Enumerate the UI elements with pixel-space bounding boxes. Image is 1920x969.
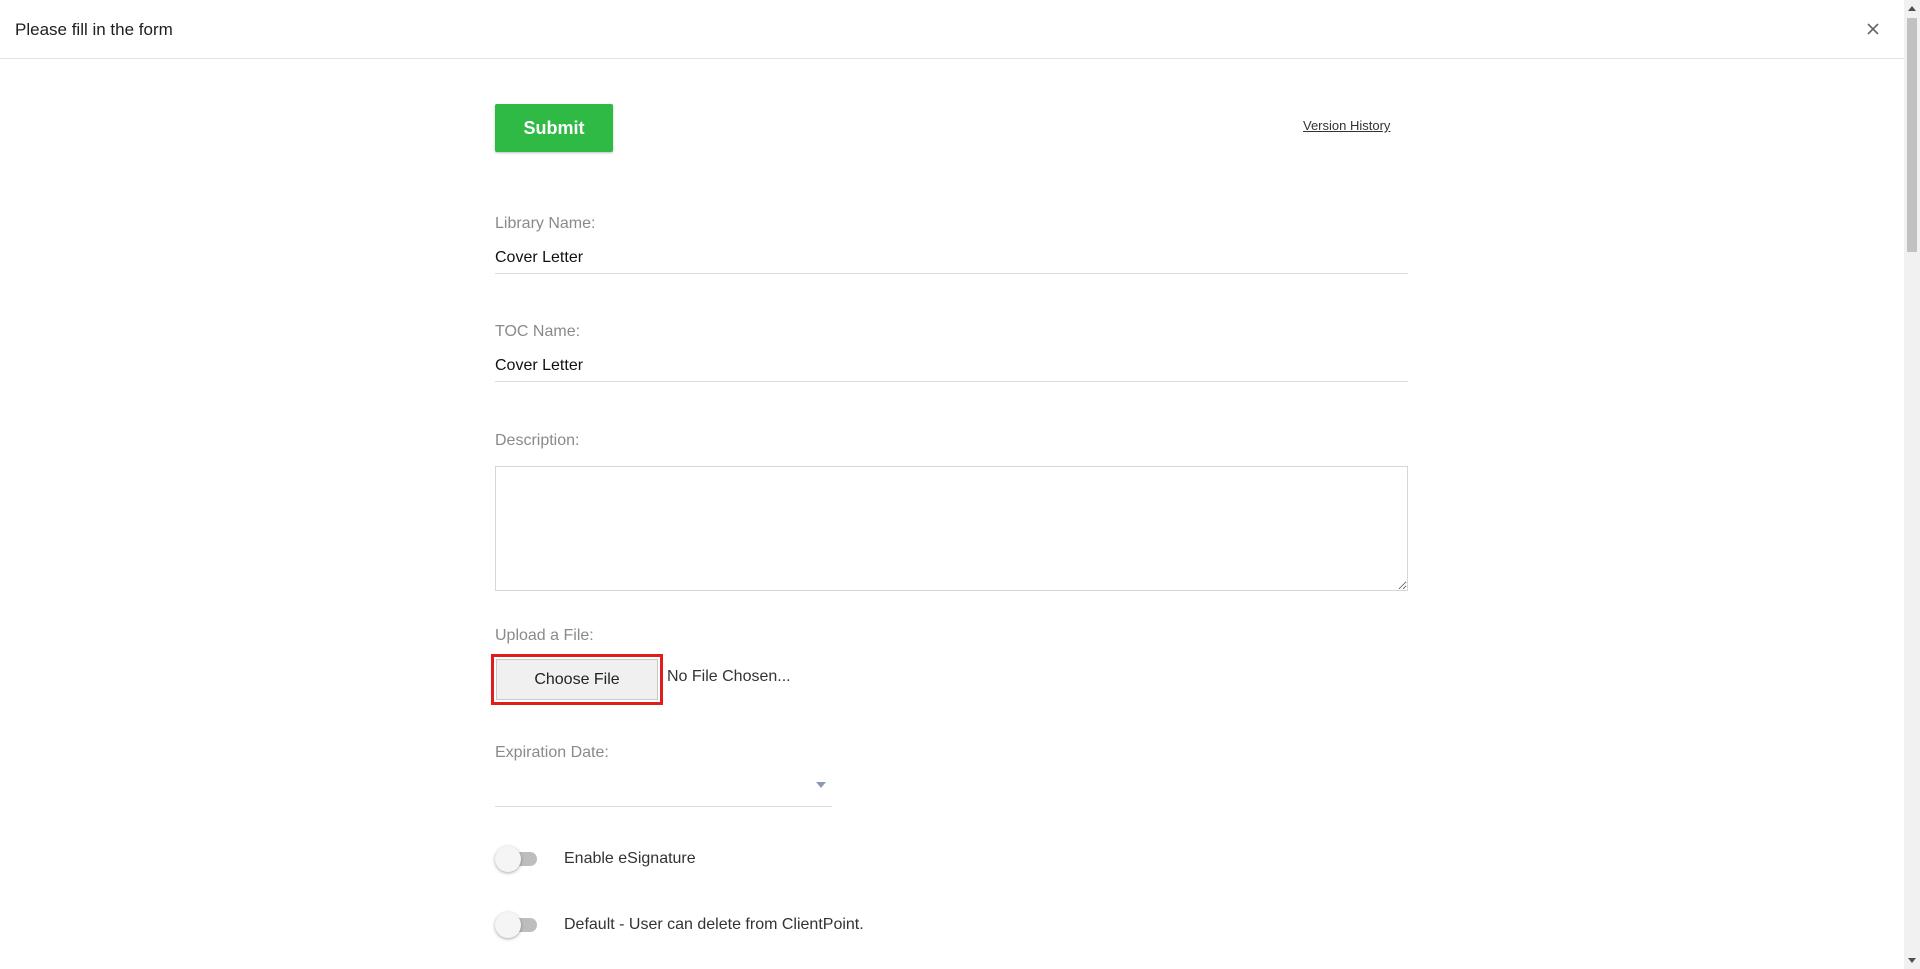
dialog-title: Please fill in the form — [15, 20, 173, 39]
close-icon — [1867, 23, 1879, 35]
scrollbar-thumb[interactable] — [1907, 18, 1917, 252]
delete-default-toggle-label: Default - User can delete from ClientPoi… — [564, 916, 864, 933]
toggle-knob — [495, 846, 521, 872]
description-label: Description: — [495, 432, 580, 449]
choose-file-highlight: Choose File — [491, 654, 663, 705]
dropdown-arrow-icon — [816, 782, 826, 788]
submit-button[interactable]: Submit — [495, 104, 613, 152]
expiration-date-label: Expiration Date: — [495, 744, 609, 761]
scroll-up-button[interactable] — [1904, 0, 1920, 17]
esignature-toggle[interactable] — [495, 846, 539, 872]
toc-name-label: TOC Name: — [495, 323, 581, 340]
toc-name-input[interactable] — [495, 350, 1408, 382]
upload-file-label: Upload a File: — [495, 627, 594, 644]
description-textarea[interactable] — [495, 466, 1408, 591]
library-name-input[interactable] — [495, 242, 1408, 274]
esignature-toggle-label: Enable eSignature — [564, 850, 696, 867]
caret-up-icon — [1908, 6, 1916, 11]
version-history-link[interactable]: Version History — [1303, 118, 1390, 133]
dialog-header: Please fill in the form — [0, 0, 1904, 59]
scroll-down-button[interactable] — [1904, 952, 1920, 969]
toggle-knob — [495, 912, 521, 938]
expiration-date-select[interactable] — [495, 765, 832, 807]
caret-down-icon — [1908, 958, 1916, 963]
vertical-scrollbar[interactable] — [1904, 0, 1920, 969]
choose-file-button[interactable]: Choose File — [496, 659, 658, 700]
delete-default-toggle[interactable] — [495, 912, 539, 938]
file-status-text: No File Chosen... — [667, 668, 791, 685]
close-button[interactable] — [1862, 18, 1884, 40]
library-name-label: Library Name: — [495, 215, 596, 232]
